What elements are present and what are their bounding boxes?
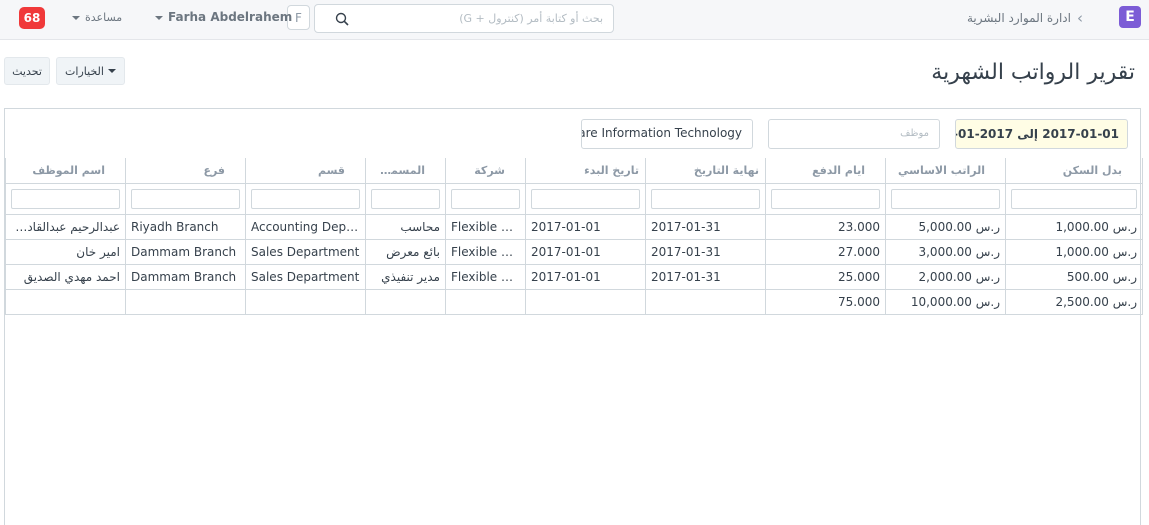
- report-area: 2017-01-01 إلى 2017-01-31 موظف Flexible …: [4, 108, 1143, 525]
- table-row[interactable]: احمد مهدي الصديق Dammam Branch Sales Dep…: [5, 263, 1143, 290]
- cell-payment-days: 23.000: [765, 213, 886, 240]
- column-header-designation[interactable]: المسمي الوظيفي: [365, 158, 446, 184]
- caret-down-icon: [72, 16, 80, 20]
- cell-payment-days: 27.000: [765, 238, 886, 265]
- app-logo[interactable]: E: [1119, 6, 1141, 28]
- cell-designation: مدير تنفيذي: [365, 263, 446, 290]
- cell-department: Accounting Department: [245, 213, 366, 240]
- column-header-payment-days[interactable]: ايام الدفع: [765, 158, 886, 184]
- help-menu[interactable]: مساعدة: [72, 11, 122, 24]
- search-placeholder: بحث أو كتابة أمر (كنترول + G): [459, 12, 603, 25]
- breadcrumb[interactable]: ادارة الموارد البشرية: [967, 11, 1071, 25]
- cell-department: Sales Department: [245, 263, 366, 290]
- cell-start-date: 2017-01-01: [525, 263, 646, 290]
- cell-employee-name: عبدالرحيم عبدالقادر محمد: [5, 213, 126, 240]
- caret-down-icon: [155, 15, 163, 20]
- cell-start-date: 2017-01-01: [525, 213, 646, 240]
- cell-branch: Dammam Branch: [125, 263, 246, 290]
- column-header-department[interactable]: قسم: [245, 158, 366, 184]
- cell-department: Sales Department: [245, 238, 366, 265]
- column-header-start-date[interactable]: تاريخ البدء: [525, 158, 646, 184]
- total-company: [445, 288, 526, 315]
- cell-housing-allowance: ر.س 1,000.00: [1005, 238, 1143, 265]
- column-header-branch[interactable]: فرع: [125, 158, 246, 184]
- user-menu[interactable]: Farha Abdelrahem: [155, 10, 292, 24]
- cell-basic-salary: ر.س 3,000.00: [885, 238, 1006, 265]
- cell-start-date: 2017-01-01: [525, 238, 646, 265]
- table-row[interactable]: عبدالرحيم عبدالقادر محمد Riyadh Branch A…: [5, 213, 1143, 240]
- cell-end-date: 2017-01-31: [645, 213, 766, 240]
- options-button[interactable]: الخيارات: [56, 57, 125, 85]
- chevron-left-icon: ‹: [1077, 9, 1083, 27]
- cell-housing-allowance: ر.س 1,000.00: [1005, 213, 1143, 240]
- cell-branch: Dammam Branch: [125, 238, 246, 265]
- cell-end-date: 2017-01-31: [645, 238, 766, 265]
- column-filter-input[interactable]: [451, 188, 520, 209]
- cell-housing-allowance: ر.س 500.00: [1005, 263, 1143, 290]
- employee-filter[interactable]: موظف: [768, 119, 940, 149]
- cell-basic-salary: ر.س 2,000.00: [885, 263, 1006, 290]
- column-filter-input[interactable]: [131, 188, 240, 209]
- cell-company: Flexible Software Information Technology: [445, 263, 526, 290]
- table-row[interactable]: امير خان Dammam Branch Sales Department …: [5, 238, 1143, 265]
- user-name: Farha Abdelrahem: [168, 10, 293, 24]
- column-filter-input[interactable]: [531, 188, 640, 209]
- total-end-date: [645, 288, 766, 315]
- column-filter-input[interactable]: [11, 188, 120, 209]
- cell-company: Flexible Software Information Technology: [445, 213, 526, 240]
- total-start-date: [525, 288, 646, 315]
- cell-employee-name: امير خان: [5, 238, 126, 265]
- cell-payment-days: 25.000: [765, 263, 886, 290]
- refresh-button[interactable]: تحديث: [4, 57, 50, 85]
- cell-designation: بائع معرض: [365, 238, 446, 265]
- notification-badge[interactable]: 68: [19, 7, 45, 29]
- search-icon: [335, 12, 349, 26]
- column-header-basic-salary[interactable]: الراتب الاساسي: [885, 158, 1006, 184]
- cell-employee-name: احمد مهدي الصديق: [5, 263, 126, 290]
- help-label: مساعدة: [85, 11, 123, 24]
- filter-row: [5, 182, 1143, 215]
- total-payment-days: 75.000: [765, 288, 886, 315]
- total-employee-name: [5, 288, 126, 315]
- company-filter[interactable]: Flexible Software Information Technology: [581, 119, 753, 149]
- column-header-company[interactable]: شركة: [445, 158, 526, 184]
- column-header-employee-name[interactable]: اسم الموظف: [5, 158, 126, 184]
- report-table: اسم الموظف فرع قسم المسمي الوظيفي شركة ت…: [5, 158, 1143, 315]
- top-navbar: E ‹ ادارة الموارد البشرية بحث أو كتابة أ…: [0, 0, 1149, 40]
- column-filter-input[interactable]: [771, 188, 880, 209]
- column-header-end-date[interactable]: نهاية التاريخ: [645, 158, 766, 184]
- column-filter-input[interactable]: [651, 188, 760, 209]
- cell-branch: Riyadh Branch: [125, 213, 246, 240]
- total-department: [245, 288, 366, 315]
- header-row: اسم الموظف فرع قسم المسمي الوظيفي شركة ت…: [5, 158, 1143, 184]
- column-filter-input[interactable]: [371, 188, 440, 209]
- cell-basic-salary: ر.س 5,000.00: [885, 213, 1006, 240]
- caret-down-icon: [107, 69, 116, 73]
- cell-end-date: 2017-01-31: [645, 263, 766, 290]
- total-basic-salary: ر.س 10,000.00: [885, 288, 1006, 315]
- total-branch: [125, 288, 246, 315]
- cell-company: Flexible Software Information Technology: [445, 238, 526, 265]
- total-designation: [365, 288, 446, 315]
- totals-row: 75.000 ر.س 10,000.00 ر.س 2,500.00: [5, 288, 1143, 315]
- cell-designation: محاسب: [365, 213, 446, 240]
- date-range-filter[interactable]: 2017-01-01 إلى 2017-01-31: [955, 119, 1128, 149]
- column-filter-input[interactable]: [1011, 188, 1137, 209]
- search-input[interactable]: بحث أو كتابة أمر (كنترول + G): [314, 4, 614, 33]
- column-filter-input[interactable]: [251, 188, 360, 209]
- options-label: الخيارات: [65, 64, 104, 78]
- column-header-housing-allowance[interactable]: بدل السكن: [1005, 158, 1143, 184]
- page-title: تقرير الرواتب الشهرية: [931, 60, 1135, 85]
- total-housing-allowance: ر.س 2,500.00: [1005, 288, 1143, 315]
- column-filter-input[interactable]: [891, 188, 1000, 209]
